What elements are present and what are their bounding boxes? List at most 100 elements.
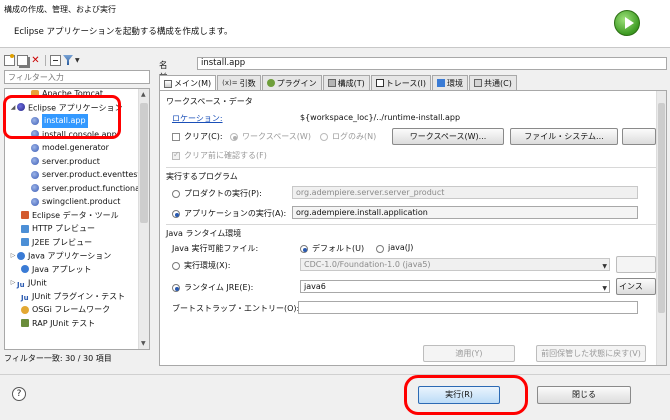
runtime-jre-select[interactable]: java6 ▼: [300, 280, 610, 293]
run-button[interactable]: 実行(R): [418, 386, 500, 404]
tree-item[interactable]: Eclipse データ・ツール: [5, 209, 139, 223]
tree-item[interactable]: RAP JUnit テスト: [5, 317, 139, 331]
dialog-description: Eclipse アプリケーションを起動する構成を作成します。: [14, 27, 233, 37]
chevron-down-icon: ▼: [602, 263, 607, 270]
filesystem-browse-button[interactable]: ファイル・システム...: [510, 128, 618, 145]
tree-item[interactable]: server.product.functional: [5, 182, 142, 196]
tree-item[interactable]: Ju JUnit プラグイン・テスト: [5, 290, 139, 304]
location-link[interactable]: ロケーション:: [172, 113, 223, 124]
close-button[interactable]: 閉じる: [537, 386, 631, 404]
tree-item-label: HTTP プレビュー: [32, 224, 96, 233]
tree-item-label: Java アプリケーション: [28, 251, 112, 261]
tab-common[interactable]: 共通(C): [468, 75, 517, 90]
data-tool-icon: [21, 211, 29, 219]
tab-tracing[interactable]: トレース(I): [370, 75, 431, 90]
group-divider: [166, 167, 656, 168]
config-icon: [31, 170, 39, 179]
config-tab-icon: [327, 79, 336, 87]
exec-default-radio[interactable]: [300, 245, 308, 253]
clear-log-radio[interactable]: [320, 133, 328, 141]
tree-item-label: RAP JUnit テスト: [32, 318, 96, 328]
tree-item-label: Java アプレット: [32, 264, 92, 274]
tree-scrollbar[interactable]: ▲ ▼: [138, 89, 149, 349]
tab-environment[interactable]: 環境: [431, 75, 468, 90]
config-toolbar: ✕ ▼: [2, 52, 152, 68]
tab-label: 構成(T): [337, 78, 365, 88]
tab-plugins[interactable]: プラグイン: [261, 75, 322, 90]
exec-env-radio[interactable]: [172, 262, 180, 270]
tree-item[interactable]: J2EE プレビュー: [5, 236, 139, 250]
config-icon: [31, 143, 39, 152]
delete-config-icon[interactable]: ✕: [30, 55, 41, 66]
content-scrollbar[interactable]: [656, 91, 666, 365]
tree-item[interactable]: ▷ Java アプリケーション: [5, 249, 139, 263]
tab-configuration[interactable]: 構成(T): [322, 75, 370, 90]
clear-workspace-radio[interactable]: [230, 133, 238, 141]
confirm-clear-label: クリア前に確認する(F): [184, 151, 267, 160]
bootstrap-input[interactable]: [298, 301, 638, 314]
scroll-down-icon[interactable]: ▼: [141, 340, 146, 347]
name-input[interactable]: install.app: [197, 57, 667, 70]
rap-icon: [21, 319, 29, 327]
tree-item-label: OSGi フレームワーク: [32, 305, 111, 314]
duplicate-config-icon[interactable]: [17, 54, 28, 66]
http-icon: [21, 224, 29, 233]
help-icon[interactable]: ?: [12, 387, 26, 401]
run-application-radio[interactable]: [172, 210, 180, 218]
config-icon: [31, 197, 39, 206]
tree-item[interactable]: server.product: [5, 155, 139, 169]
runtime-jre-radio[interactable]: [172, 284, 180, 292]
tab-label: プラグイン: [276, 78, 317, 88]
filter-icon[interactable]: [63, 55, 73, 65]
tree-item[interactable]: model.generator: [5, 141, 139, 155]
apply-button[interactable]: 適用(Y): [423, 345, 515, 362]
scroll-up-icon[interactable]: ▲: [141, 91, 146, 98]
location-input[interactable]: ${workspace_loc}/../runtime-install.app: [296, 111, 658, 124]
collapse-arrow-icon[interactable]: ▷: [9, 249, 17, 263]
tab-main[interactable]: メイン(M): [159, 75, 217, 91]
tree-item-label: server.product: [42, 156, 100, 166]
osgi-icon: [21, 305, 29, 314]
dialog-title: 構成の作成、管理、および実行: [4, 5, 116, 14]
scrollbar-thumb[interactable]: [658, 103, 665, 313]
revert-button[interactable]: 前回保管した状態に戻す(V): [536, 345, 646, 362]
application-select[interactable]: org.adempiere.install.application: [292, 206, 638, 219]
clear-log-label: ログのみ(N): [332, 132, 377, 141]
tree-item[interactable]: server.product.eventtest: [5, 168, 141, 182]
exec-env-select[interactable]: CDC-1.0/Foundation-1.0 (java5) ▼: [300, 258, 610, 271]
exec-default-label: デフォルト(U): [312, 244, 365, 253]
confirm-clear-checkbox[interactable]: [172, 150, 180, 160]
tab-arguments[interactable]: (x)= 引数: [217, 75, 261, 90]
workspace-group-title: ワークスペース・データ: [166, 97, 253, 106]
product-select[interactable]: org.adempiere.server.server_product: [292, 186, 638, 199]
new-config-icon[interactable]: [4, 53, 15, 66]
tree-item[interactable]: Java アプレット: [5, 263, 139, 277]
tree-item[interactable]: OSGi フレームワーク: [5, 303, 139, 317]
tree-item[interactable]: swingclient.product: [5, 195, 139, 209]
junit-icon: Ju: [21, 294, 29, 302]
common-tab-icon: [473, 79, 482, 87]
tree-item[interactable]: ▷ Ju JUnit: [5, 276, 139, 290]
env-button[interactable]: [616, 256, 656, 273]
variables-button[interactable]: [622, 128, 656, 145]
bootstrap-label: ブートストラップ・エントリー(O):: [172, 304, 300, 313]
exec-env-value: CDC-1.0/Foundation-1.0 (java5): [304, 260, 431, 269]
tree-item[interactable]: HTTP プレビュー: [5, 222, 139, 236]
collapse-arrow-icon[interactable]: ▷: [9, 276, 17, 290]
tab-label: トレース(I): [385, 78, 426, 88]
run-product-label: プロダクトの実行(P):: [184, 189, 262, 198]
clear-label: クリア(C):: [184, 132, 223, 141]
run-product-radio[interactable]: [172, 190, 180, 198]
args-tab-icon: (x)=: [222, 79, 238, 87]
installed-jres-button[interactable]: インス: [616, 278, 656, 295]
exec-java-radio[interactable]: [376, 245, 384, 253]
collapse-all-icon[interactable]: [50, 54, 61, 66]
chevron-down-icon[interactable]: ▼: [75, 57, 80, 64]
dialog-header: 構成の作成、管理、および実行 Eclipse アプリケーションを起動する構成を作…: [0, 0, 670, 48]
run-banner-icon: [614, 10, 640, 36]
filter-input[interactable]: [4, 70, 150, 84]
workspace-browse-button[interactable]: ワークスペース(W)...: [392, 128, 504, 145]
clear-checkbox[interactable]: [172, 133, 180, 141]
scrollbar-thumb[interactable]: [140, 103, 148, 223]
config-icon: [31, 157, 39, 165]
